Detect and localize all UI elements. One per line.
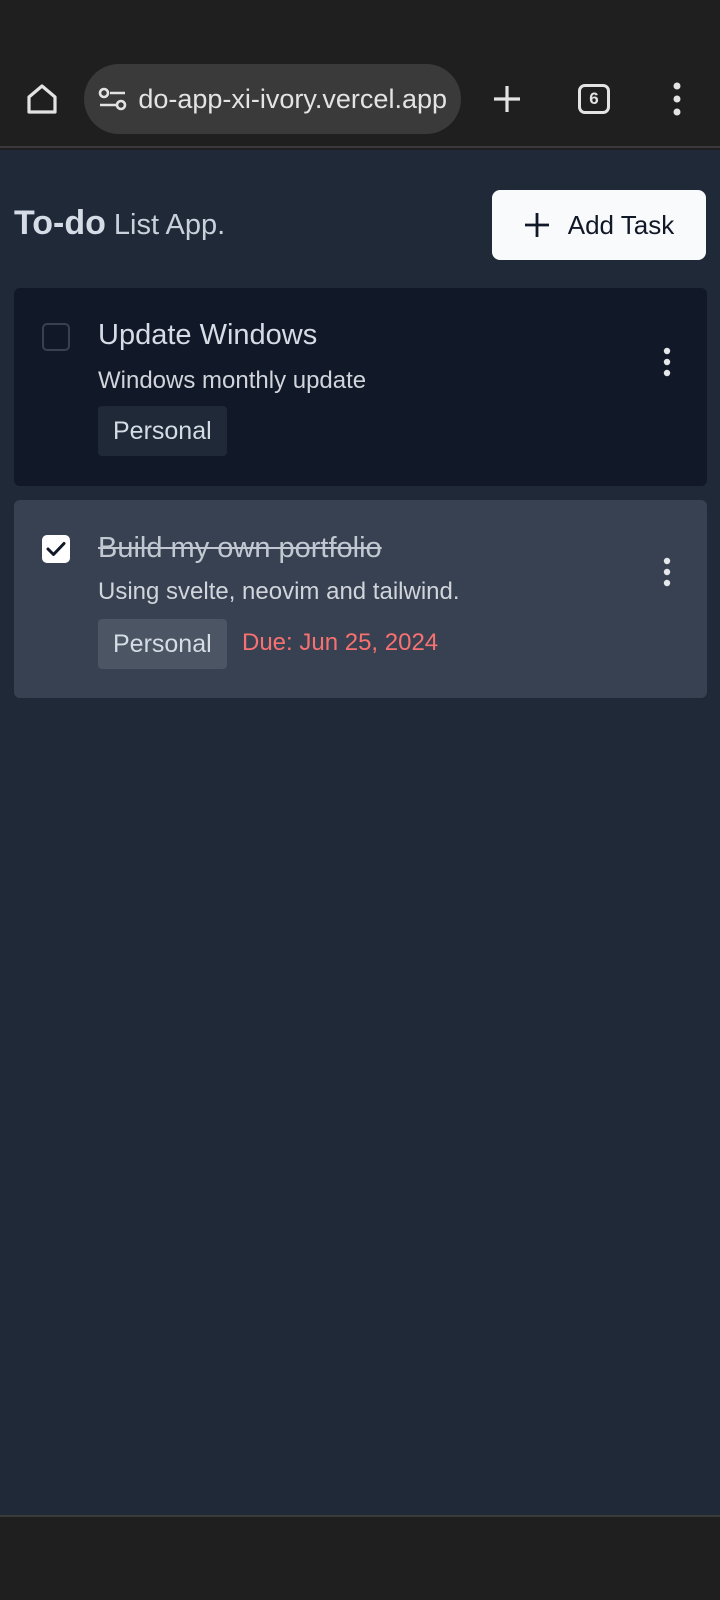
url-text: todo-app-xi-ivory.vercel.app <box>138 84 447 114</box>
status-bar <box>0 0 720 50</box>
browser-menu-button[interactable] <box>652 74 702 124</box>
app-content: To-do List App. Add Task Update Windows … <box>0 150 720 1515</box>
title-rest: List App. <box>105 209 226 241</box>
more-vert-icon <box>673 82 681 116</box>
plus-icon <box>524 213 549 237</box>
new-tab-button[interactable] <box>482 74 532 124</box>
browser-toolbar: todo-app-xi-ivory.vercel.app 6 <box>0 50 720 148</box>
task-menu-button[interactable] <box>647 550 687 594</box>
navigation-bar <box>0 1515 720 1600</box>
plus-icon <box>494 86 520 112</box>
tab-count: 6 <box>578 84 610 114</box>
task-title: Build my own portfolio <box>98 532 382 564</box>
task-description: Windows monthly update <box>98 367 367 394</box>
add-task-button[interactable]: Add Task <box>492 190 706 260</box>
more-vert-icon <box>663 557 671 587</box>
task-card[interactable]: Update Windows Windows monthly update Pe… <box>14 288 707 486</box>
app-header: To-do List App. Add Task <box>14 190 706 260</box>
more-vert-icon <box>663 347 671 377</box>
title-brand: To-do <box>14 204 106 242</box>
task-tag: Personal <box>98 406 227 456</box>
task-card[interactable]: Build my own portfolio Using svelte, neo… <box>14 500 707 698</box>
task-due-date: Due: Jun 25, 2024 <box>242 629 439 656</box>
task-menu-button[interactable] <box>647 340 687 384</box>
task-description: Using svelte, neovim and tailwind. <box>98 578 460 605</box>
task-checkbox[interactable] <box>42 535 70 563</box>
tab-switcher-button[interactable]: 6 <box>567 74 621 124</box>
home-icon <box>27 84 57 114</box>
checkmark-icon <box>46 542 66 556</box>
site-settings-icon[interactable] <box>98 85 128 113</box>
task-tag: Personal <box>98 619 227 669</box>
add-task-label: Add Task <box>567 209 675 240</box>
task-checkbox[interactable] <box>42 323 70 351</box>
task-title: Update Windows <box>98 319 318 351</box>
home-button[interactable] <box>14 74 70 124</box>
address-bar[interactable]: todo-app-xi-ivory.vercel.app <box>84 64 461 134</box>
page-title: To-do List App. <box>14 204 225 243</box>
